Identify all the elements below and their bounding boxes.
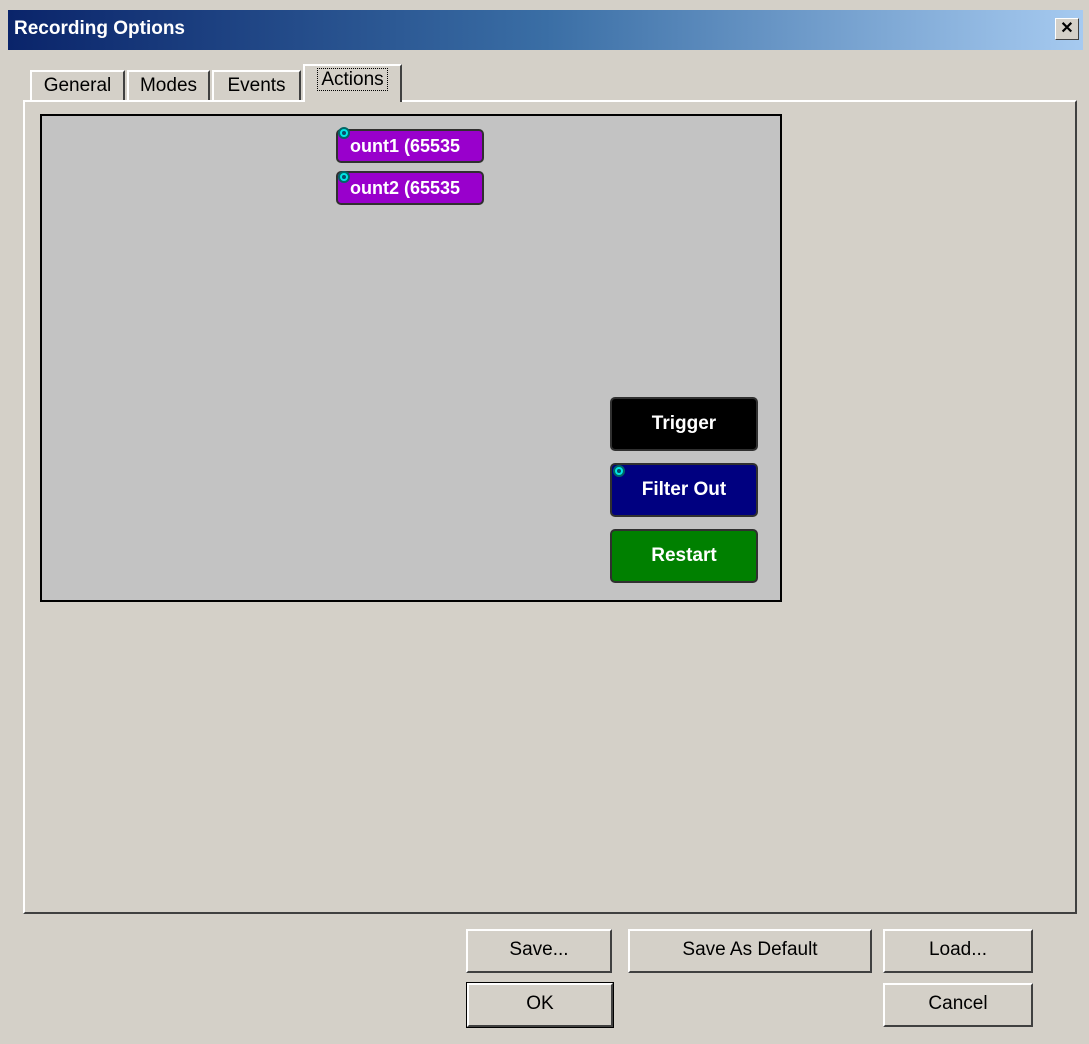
save-button[interactable]: Save... <box>466 929 612 973</box>
actions-tab-panel: ount1 (65535 ount2 (65535 Trigger Filter… <box>23 100 1077 914</box>
action-node-restart[interactable]: Restart <box>610 529 758 583</box>
load-button[interactable]: Load... <box>883 929 1033 973</box>
actions-canvas[interactable]: ount1 (65535 ount2 (65535 Trigger Filter… <box>40 114 782 602</box>
ok-button[interactable]: OK <box>466 982 614 1028</box>
action-node-trigger[interactable]: Trigger <box>610 397 758 451</box>
recording-options-window: Recording Options ✕ General Modes Events… <box>0 0 1089 1044</box>
tab-general[interactable]: General <box>30 70 125 102</box>
counter-node-count1[interactable]: ount1 (65535 <box>336 129 484 163</box>
tab-events[interactable]: Events <box>212 70 301 102</box>
window-title: Recording Options <box>14 18 185 39</box>
save-as-default-button[interactable]: Save As Default <box>628 929 872 973</box>
filter-indicator-icon <box>613 465 625 477</box>
tab-actions[interactable]: Actions <box>303 64 402 102</box>
counter-indicator-icon <box>338 127 350 139</box>
cancel-button[interactable]: Cancel <box>883 983 1033 1027</box>
tab-modes[interactable]: Modes <box>127 70 210 102</box>
counter-indicator-icon <box>338 171 350 183</box>
action-node-filter-out[interactable]: Filter Out <box>610 463 758 517</box>
title-bar[interactable]: Recording Options ✕ <box>8 10 1083 50</box>
close-button[interactable]: ✕ <box>1055 18 1079 40</box>
close-icon: ✕ <box>1060 20 1074 37</box>
counter-node-count2[interactable]: ount2 (65535 <box>336 171 484 205</box>
